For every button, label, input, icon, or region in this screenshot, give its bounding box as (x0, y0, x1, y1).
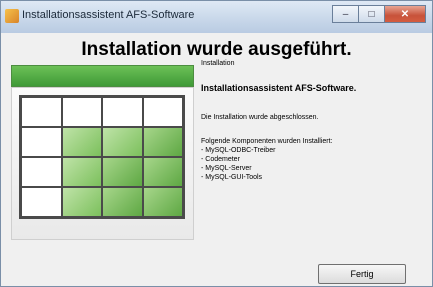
maximize-button[interactable]: □ (358, 5, 384, 23)
grid-cell (102, 187, 143, 217)
graphic-panel (11, 87, 194, 240)
installer-graphic (11, 65, 194, 240)
components-heading: Folgende Komponenten wurden Installiert: (201, 138, 333, 145)
grid-cell (21, 157, 62, 187)
minimize-button[interactable]: – (332, 5, 358, 23)
grid-cell (61, 157, 102, 187)
grid-graphic-icon (19, 95, 185, 219)
page-title: Installation wurde ausgeführt. (81, 39, 352, 60)
grid-cell (21, 127, 62, 157)
grid-cell (142, 127, 183, 157)
completion-message: Die Installation wurde abgeschlossen. (201, 114, 319, 121)
title-bar[interactable]: Installationsassistent AFS-Software – □ … (1, 1, 432, 33)
list-item: - MySQL-GUI-Tools (201, 174, 263, 181)
grid-cell (61, 127, 102, 157)
grid-cell (102, 157, 143, 187)
components-list: - MySQL-ODBC-Treiber - Codemeter - MySQL… (201, 146, 275, 182)
grid-cell (102, 97, 143, 127)
grid-cell (142, 157, 183, 187)
window-title: Installationsassistent AFS-Software (22, 9, 195, 21)
grid-cell (21, 187, 62, 217)
caption-buttons: – □ ✕ (332, 5, 426, 23)
grid-cell (102, 127, 143, 157)
list-item: - MySQL-Server (201, 165, 252, 172)
grid-cell (142, 187, 183, 217)
grid-cell (142, 97, 183, 127)
list-item: - MySQL-ODBC-Treiber (201, 147, 276, 154)
graphic-header-bar (11, 65, 194, 87)
installer-icon (5, 9, 19, 23)
grid-cell (21, 97, 62, 127)
grid-cell (61, 187, 102, 217)
content-title: Installationsassistent AFS-Software. (201, 83, 357, 93)
section-label: Installation (201, 60, 235, 67)
installer-window: Installationsassistent AFS-Software – □ … (0, 0, 433, 287)
finish-button[interactable]: Fertig (318, 264, 406, 284)
close-button[interactable]: ✕ (384, 5, 426, 23)
list-item: - Codemeter (201, 156, 240, 163)
grid-cell (61, 97, 102, 127)
